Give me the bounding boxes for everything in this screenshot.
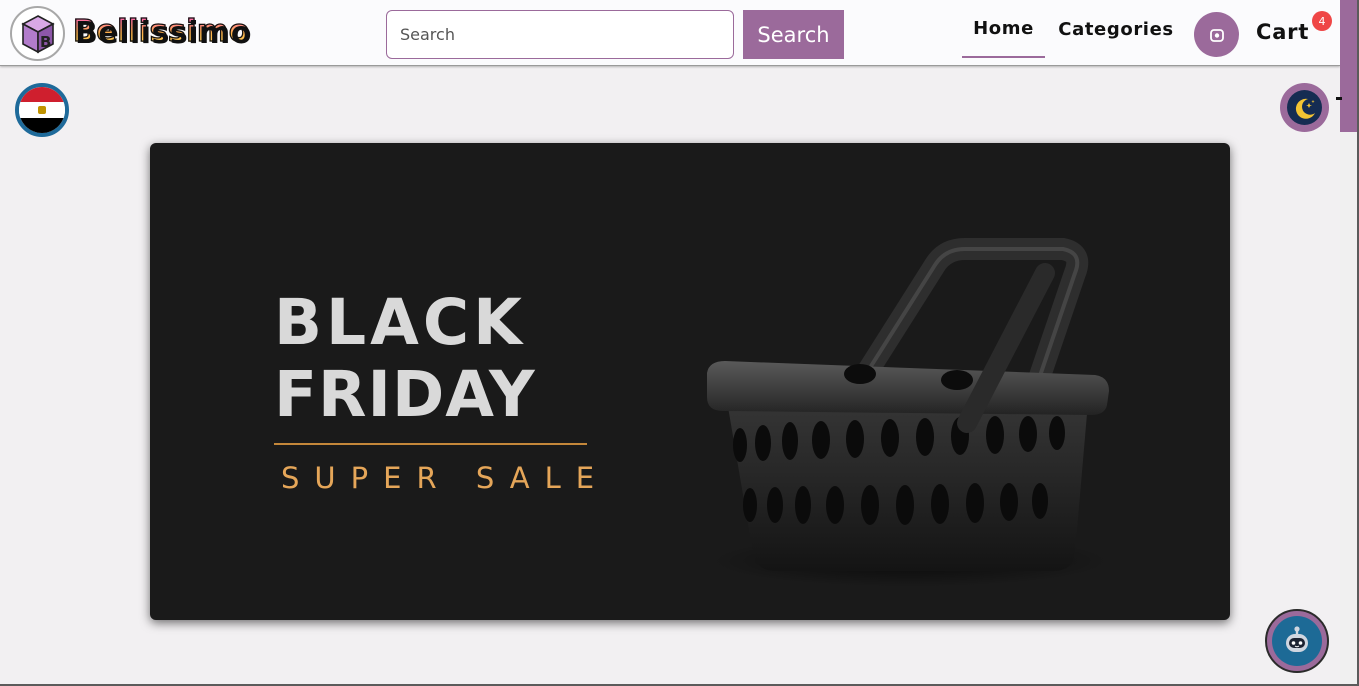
brand-name-text: Bellissimo	[72, 13, 250, 49]
hero-banner[interactable]: BLACK FRIDAY SUPER SALE	[150, 143, 1230, 620]
svg-text:B: B	[40, 33, 51, 51]
user-button[interactable]	[1194, 12, 1239, 57]
nav-item-home[interactable]: Home	[962, 0, 1045, 58]
egypt-flag-icon	[19, 87, 65, 103]
nav-item-categories[interactable]: Categories	[1050, 0, 1182, 58]
cart-link[interactable]: Cart	[1256, 20, 1309, 44]
chatbot-button[interactable]	[1265, 609, 1329, 673]
shopping-basket-image	[707, 238, 1110, 587]
cube-b-icon: B	[20, 14, 55, 53]
logo[interactable]: B	[10, 6, 65, 61]
language-switch-button[interactable]	[15, 83, 69, 137]
theme-toggle-button[interactable]	[1280, 83, 1329, 132]
navbar: B Bellissimo Search Home Categories Cart…	[0, 0, 1340, 66]
banner-title-line2: FRIDAY	[274, 358, 536, 431]
offscreen-element-edge	[1336, 97, 1342, 100]
banner-divider	[274, 443, 587, 445]
robot-chat-icon	[1286, 626, 1308, 652]
banner-subtitle: SUPER SALE	[281, 461, 610, 495]
scrollbar-thumb[interactable]	[1340, 0, 1357, 132]
nav-item-home-label: Home	[973, 17, 1034, 39]
app-window: B Bellissimo Search Home Categories Cart…	[0, 0, 1357, 684]
brand-name[interactable]: Bellissimo	[72, 11, 250, 51]
moon-stars-icon	[1295, 98, 1315, 119]
search-input[interactable]	[386, 10, 734, 59]
search-button[interactable]: Search	[743, 10, 844, 59]
user-icon	[1209, 28, 1224, 42]
banner-title-line1: BLACK	[274, 286, 526, 359]
cart-count-badge: 4	[1312, 11, 1332, 31]
nav-item-categories-label: Categories	[1058, 18, 1174, 40]
